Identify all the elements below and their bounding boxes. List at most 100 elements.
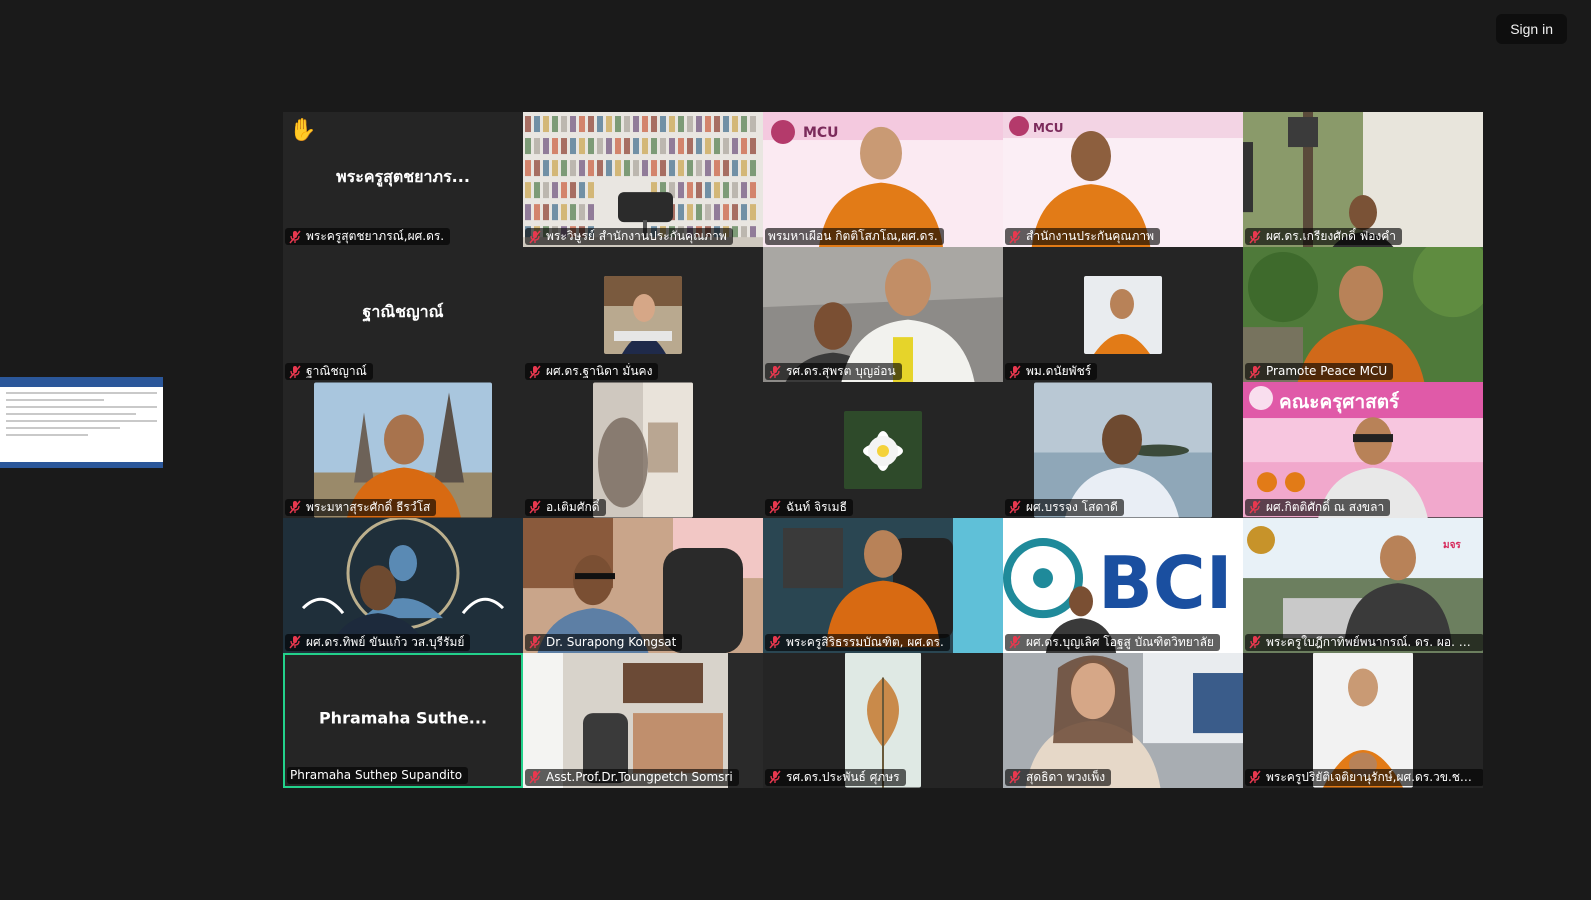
participant-tile[interactable]: Dr. Surapong Kongsat	[523, 517, 763, 653]
mic-muted-icon	[769, 635, 781, 649]
participant-name-tag: สุดธิดา พวงเพ็ง	[1005, 768, 1112, 786]
participant-name: พระมหาสุระศักดิ์ ธีรวํโส	[306, 499, 431, 514]
participant-video-image	[314, 382, 492, 518]
svg-text:MCU: MCU	[1033, 121, 1063, 135]
participant-name: รศ.ดร.สุพรต บุญอ่อน	[786, 364, 896, 379]
participant-name-tag: พระครูใบฎีกาทิพย์พนากรณ์. ดร. ผอ. สำนั..…	[1245, 633, 1483, 651]
svg-text:คณะครุศาสตร์: คณะครุศาสตร์	[1279, 391, 1400, 414]
participant-tile[interactable]: ผศ.ดร.ฐานิดา มั่นคง	[523, 247, 763, 383]
participant-name: พระครูปริยัติเจติยานุรักษ์,ผศ.ดร.วข.ชม.1…	[1266, 769, 1478, 784]
participant-name-tag: Pramote Peace MCU	[1245, 363, 1394, 381]
participant-name-tag: ผศ.กิตติศักดิ์ ณ สงขลา	[1245, 498, 1391, 516]
participant-name-tag: อ.เติมศักดิ์	[525, 498, 606, 516]
participant-tile[interactable]: พระครูสุตชยาภร... ✋ พระครูสุตชยาภรณ์,ผศ.ด…	[283, 112, 523, 248]
participant-name-tag: พระครูสุตชยาภรณ์,ผศ.ดร.	[285, 228, 451, 246]
mic-muted-icon	[1249, 635, 1261, 649]
participant-display-name: พระครูสุตชยาภร...	[336, 166, 470, 186]
participant-name: พระวิษูรย์ สำนักงานประกันคุณภาพ	[546, 229, 727, 244]
participant-video-thumb	[845, 652, 921, 788]
participant-tile[interactable]: ผศ.ดร.เกรียงศักดิ์ ฟองคำ	[1243, 112, 1483, 248]
participant-name: ผศ.ดร.ฐานิดา มั่นคง	[546, 364, 653, 379]
mic-muted-icon	[1249, 230, 1261, 244]
participant-name-tag: ผศ.ดร.เกรียงศักดิ์ ฟองคำ	[1245, 228, 1403, 246]
participant-video-image	[1084, 275, 1162, 354]
participant-video	[523, 517, 763, 653]
participant-tile[interactable]: MCU พรมหาเผือน กิตติโสภโณ,ผศ.ดร.	[763, 112, 1003, 248]
participant-tile[interactable]: BCI ผศ.ดร.บุญเลิศ โอฐสู บัณฑิตวิทยาลัย	[1003, 517, 1243, 653]
mic-muted-icon	[769, 365, 781, 379]
participant-name: ฐาณิชญาณ์	[306, 364, 367, 379]
participant-name: รศ.ดร.ประพันธ์ ศุภษร	[786, 769, 900, 784]
participant-tile[interactable]: รศ.ดร.ประพันธ์ ศุภษร	[763, 652, 1003, 788]
participant-video	[763, 247, 1003, 383]
participant-name: ฉันท์ จิรเมธี	[786, 499, 847, 514]
participant-name: ผศ.ดร.ทิพย์ ขันแก้ว วส.บุรีรัมย์	[306, 634, 465, 649]
participant-video	[1243, 112, 1483, 248]
participant-name: พระครูสุตชยาภรณ์,ผศ.ดร.	[306, 229, 445, 244]
participant-name-tag: ผศ.ดร.ทิพย์ ขันแก้ว วส.บุรีรัมย์	[285, 633, 471, 651]
mic-muted-icon	[529, 770, 541, 784]
raised-hand-icon: ✋	[289, 118, 317, 143]
participant-video: BCI	[1003, 517, 1243, 653]
participant-video	[523, 112, 763, 248]
sign-in-button[interactable]: Sign in	[1496, 14, 1567, 44]
participant-name-tag: รศ.ดร.สุพรต บุญอ่อน	[765, 363, 902, 381]
participant-tile[interactable]: Phramaha Suthe... Phramaha Suthep Supandi…	[283, 652, 523, 788]
svg-text:MCU: MCU	[803, 125, 839, 141]
participant-name-tag: พระครูปริยัติเจติยานุรักษ์,ผศ.ดร.วข.ชม.1…	[1245, 768, 1483, 786]
participant-video: คณะครุศาสตร์	[1243, 382, 1483, 518]
participant-video-thumb	[844, 410, 922, 489]
participant-video-image	[845, 652, 921, 788]
participant-name: ผศ.กิตติศักดิ์ ณ สงขลา	[1266, 499, 1385, 514]
participant-video	[1003, 652, 1243, 788]
mic-muted-icon	[769, 500, 781, 514]
svg-text:มจร: มจร	[1443, 540, 1461, 551]
participant-video-thumb	[314, 382, 492, 518]
participant-display-name: ฐาณิชญาณ์	[362, 301, 444, 321]
participant-display-name: Phramaha Suthe...	[318, 708, 488, 728]
mic-muted-icon	[1009, 500, 1021, 514]
mic-muted-icon	[1009, 770, 1021, 784]
participant-tile[interactable]: ผศ.บรรจง โสดาดี	[1003, 382, 1243, 518]
screen-share-thumbnail[interactable]	[0, 377, 163, 468]
participant-tile[interactable]: Asst.Prof.Dr.Toungpetch Somsri	[523, 652, 763, 788]
mic-muted-icon	[1009, 230, 1021, 244]
participant-video	[283, 517, 523, 653]
participant-tile[interactable]: พระวิษูรย์ สำนักงานประกันคุณภาพ	[523, 112, 763, 248]
participant-video-image	[604, 275, 682, 354]
participant-tile[interactable]: สุดธิดา พวงเพ็ง	[1003, 652, 1243, 788]
participant-video: MCU	[1003, 112, 1243, 248]
mic-muted-icon	[1249, 365, 1261, 379]
participant-video-image	[593, 382, 693, 518]
participant-video-thumb	[1034, 382, 1212, 518]
participant-tile[interactable]: มจร พระครูใบฎีกาทิพย์พนากรณ์. ดร. ผอ. สำ…	[1243, 517, 1483, 653]
participant-name: Dr. Surapong Kongsat	[546, 634, 677, 649]
participant-video-thumb	[593, 382, 693, 518]
participant-name-tag: ฉันท์ จิรเมธี	[765, 498, 853, 516]
participant-tile[interactable]: ผศ.ดร.ทิพย์ ขันแก้ว วส.บุรีรัมย์	[283, 517, 523, 653]
participant-tile[interactable]: พระครูปริยัติเจติยานุรักษ์,ผศ.ดร.วข.ชม.1…	[1243, 652, 1483, 788]
mic-muted-icon	[1249, 770, 1261, 784]
participant-video-image	[1313, 652, 1413, 788]
mic-muted-icon	[529, 365, 541, 379]
participant-video	[763, 517, 1003, 653]
participant-tile[interactable]: อ.เติมศักดิ์	[523, 382, 763, 518]
participant-video-image	[844, 410, 922, 489]
participant-name: พระครูใบฎีกาทิพย์พนากรณ์. ดร. ผอ. สำนั..…	[1266, 634, 1478, 649]
participant-name: ผศ.ดร.เกรียงศักดิ์ ฟองคำ	[1266, 229, 1397, 244]
mic-muted-icon	[1249, 500, 1261, 514]
mic-muted-icon	[769, 770, 781, 784]
participant-name-tag: ผศ.ดร.บุญเลิศ โอฐสู บัณฑิตวิทยาลัย	[1005, 633, 1220, 651]
participant-name-tag: พระครูสิริธรรมบัณฑิต, ผศ.ดร.	[765, 633, 950, 651]
participant-name: Pramote Peace MCU	[1266, 364, 1388, 379]
participant-tile[interactable]: Pramote Peace MCU	[1243, 247, 1483, 383]
participant-tile[interactable]: ฉันท์ จิรเมธี	[763, 382, 1003, 518]
participant-tile[interactable]: พระครูสิริธรรมบัณฑิต, ผศ.ดร.	[763, 517, 1003, 653]
participant-tile[interactable]: MCU สำนักงานประกันคุณภาพ	[1003, 112, 1243, 248]
participant-name-tag: ฐาณิชญาณ์	[285, 363, 373, 381]
participant-tile[interactable]: คณะครุศาสตร์ ผศ.กิตติศักดิ์ ณ สงขลา	[1243, 382, 1483, 518]
participant-tile[interactable]: พระมหาสุระศักดิ์ ธีรวํโส	[283, 382, 523, 518]
participant-tile[interactable]: พม.ดนัยพัชร์	[1003, 247, 1243, 383]
participant-tile[interactable]: รศ.ดร.สุพรต บุญอ่อน	[763, 247, 1003, 383]
participant-tile[interactable]: ฐาณิชญาณ์ ฐาณิชญาณ์	[283, 247, 523, 383]
